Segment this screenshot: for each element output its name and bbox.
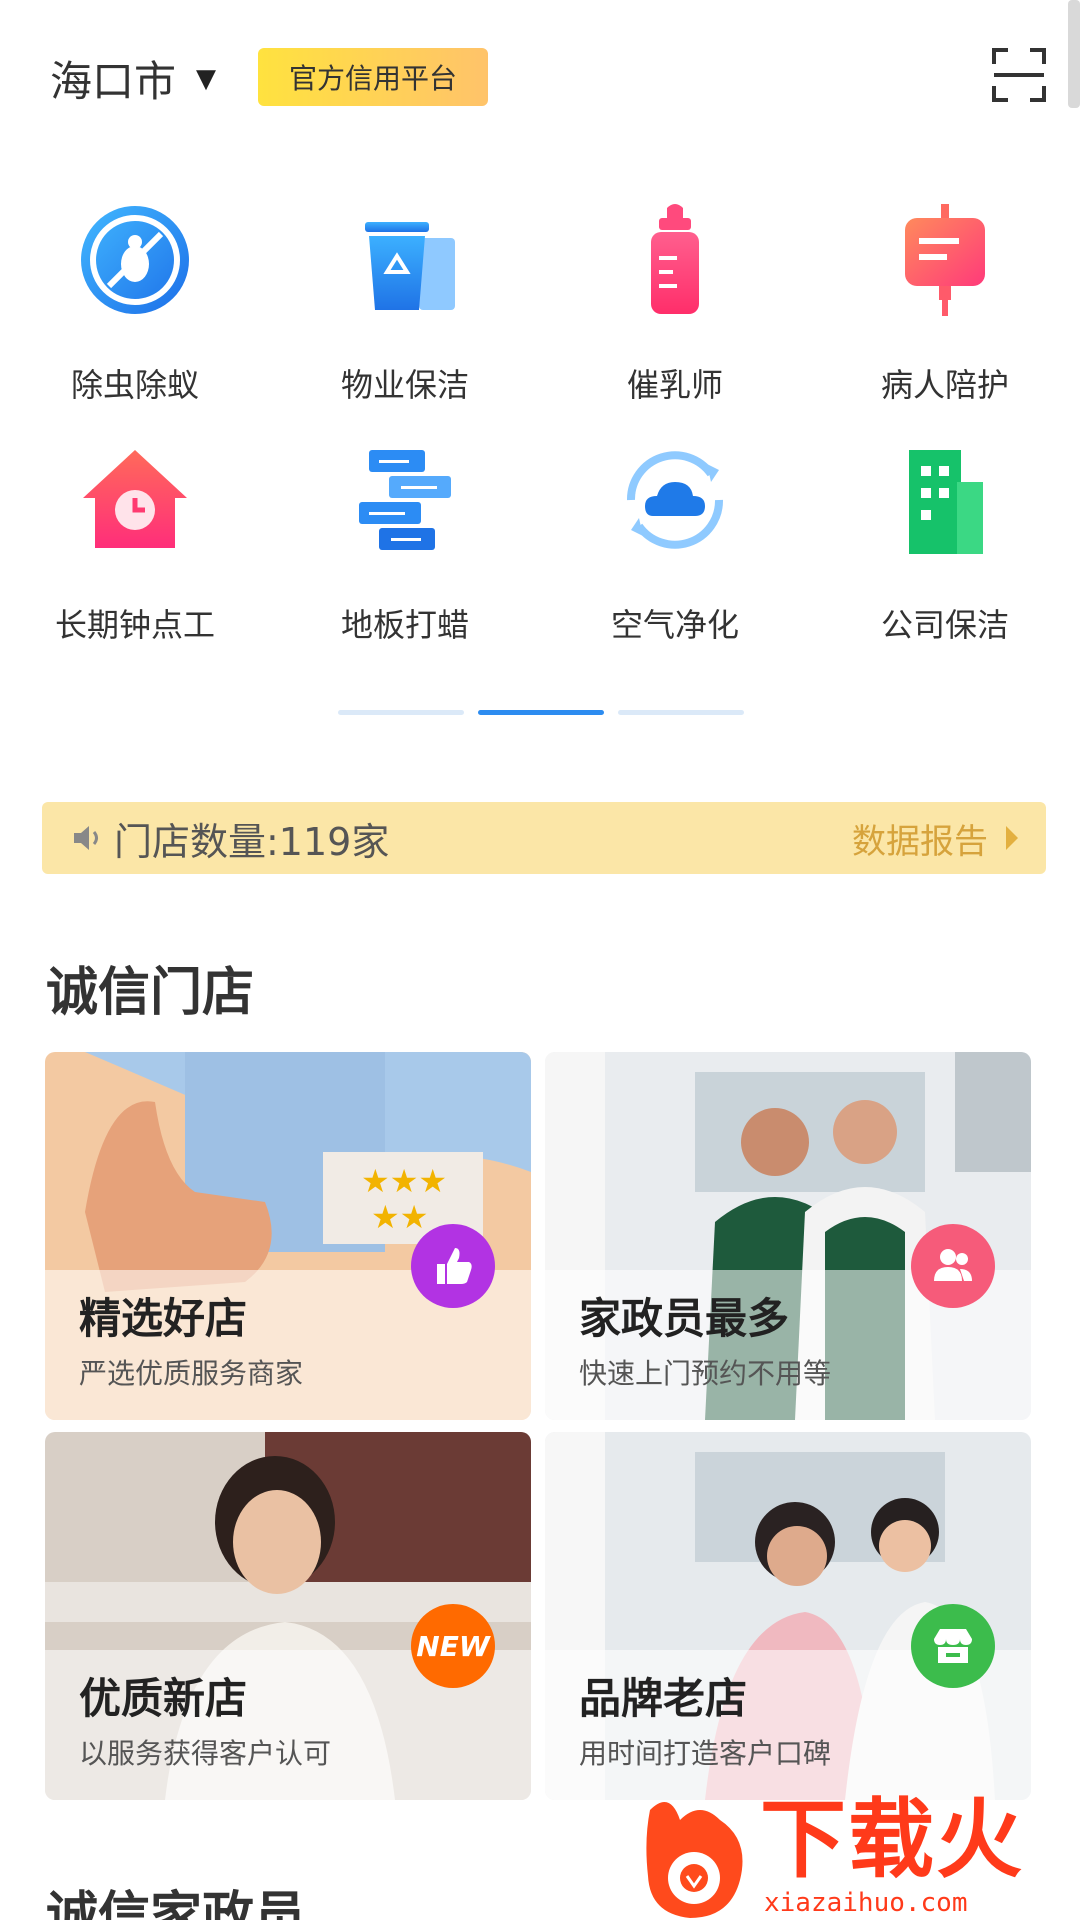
page-dot (338, 710, 464, 715)
category-label: 公司保洁 (880, 606, 1009, 644)
scrollbar[interactable] (1068, 0, 1080, 108)
scan-icon[interactable] (992, 48, 1046, 102)
svg-text:★★: ★★ (371, 1198, 428, 1236)
chevron-right-icon (1006, 826, 1018, 850)
card-selected-stores[interactable]: ★★★ ★★ 精选好店 严选优质服务商家 (45, 1052, 531, 1420)
card-new-stores[interactable]: NEW 优质新店 以服务获得客户认可 (45, 1432, 531, 1800)
card-title: 精选好店 (79, 1294, 248, 1343)
category-label: 地板打蜡 (340, 606, 469, 644)
speaker-icon (74, 826, 98, 850)
watermark-logo: 下载火 xiazaihuo.com (640, 1790, 1080, 1920)
card-subtitle: 用时间打造客户口碑 (579, 1737, 832, 1770)
category-label: 除虫除蚁 (70, 366, 199, 404)
category-pest-control[interactable]: 除虫除蚁 (0, 200, 270, 406)
shop-icon (911, 1604, 995, 1688)
building-icon (909, 450, 983, 554)
card-subtitle: 快速上门预约不用等 (579, 1357, 832, 1390)
card-subtitle: 严选优质服务商家 (79, 1357, 304, 1390)
baby-bottle-icon (651, 204, 699, 314)
store-count-text: 门店数量:119家 (114, 819, 390, 864)
watermark-text: 下载火 (760, 1790, 1024, 1890)
chevron-down-icon: ▼ (196, 63, 217, 94)
category-patient-care[interactable]: 病人陪护 (810, 200, 1080, 406)
iv-bag-icon (905, 204, 985, 316)
credit-platform-badge[interactable]: 官方信用平台 (258, 48, 488, 106)
category-lactation[interactable]: 催乳师 (540, 200, 810, 406)
category-label: 病人陪护 (880, 366, 1009, 404)
watermark-url: xiazaihuo.com (764, 1888, 968, 1918)
people-icon (911, 1224, 995, 1308)
card-most-housekeepers[interactable]: 家政员最多 快速上门预约不用等 (545, 1052, 1031, 1420)
data-report-link[interactable]: 数据报告 (852, 814, 1018, 863)
category-floor-waxing[interactable]: 地板打蜡 (270, 440, 540, 646)
card-title: 品牌老店 (579, 1674, 748, 1723)
category-label: 空气净化 (610, 606, 739, 644)
svg-text:★★★: ★★★ (361, 1162, 447, 1200)
card-brand-stores[interactable]: 品牌老店 用时间打造客户口碑 (545, 1432, 1031, 1800)
data-report-label: 数据报告 (852, 821, 988, 862)
category-hourly-worker[interactable]: 长期钟点工 (0, 440, 270, 646)
category-property-cleaning[interactable]: 物业保洁 (270, 200, 540, 406)
card-title: 优质新店 (79, 1674, 248, 1723)
card-subtitle: 以服务获得客户认可 (79, 1737, 332, 1770)
card-title: 家政员最多 (579, 1294, 790, 1343)
city-selector[interactable]: 海口市 ▼ (50, 48, 216, 109)
store-count-notice[interactable]: 门店数量:119家 数据报告 (42, 802, 1046, 874)
page-dot-active (478, 710, 604, 715)
section-title-credit-housekeepers: 诚信家政员 (46, 1887, 307, 1920)
category-label: 长期钟点工 (54, 606, 215, 644)
bug-shield-icon (81, 206, 189, 314)
header: 海口市 ▼ 官方信用平台 (0, 0, 1080, 150)
section-title-credit-stores: 诚信门店 (46, 963, 255, 1023)
cloud-refresh-icon (626, 451, 724, 549)
category-air-purification[interactable]: 空气净化 (540, 440, 810, 646)
thumbs-up-icon (411, 1224, 495, 1308)
category-office-cleaning[interactable]: 公司保洁 (810, 440, 1080, 646)
new-badge-text: NEW (416, 1629, 490, 1663)
category-label: 催乳师 (626, 366, 723, 404)
floor-boards-icon (359, 450, 451, 550)
trash-bin-icon (365, 222, 455, 310)
page-indicator (338, 710, 744, 715)
city-label: 海口市 (50, 57, 177, 106)
new-badge: NEW (411, 1604, 495, 1688)
category-label: 物业保洁 (340, 366, 469, 404)
page-dot (618, 710, 744, 715)
house-clock-icon (83, 450, 187, 548)
